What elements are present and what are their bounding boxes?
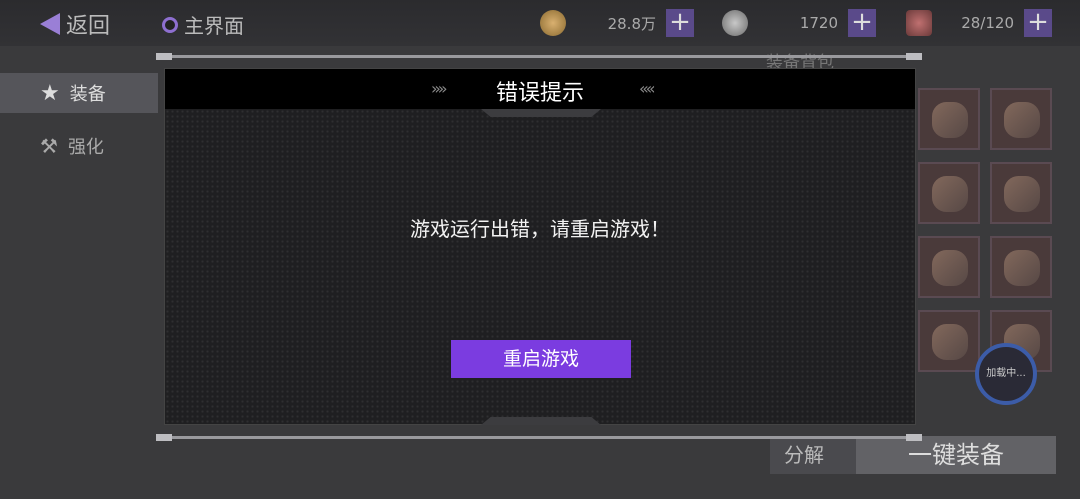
equipment-slot[interactable] [918, 88, 980, 150]
back-arrow-icon [40, 13, 60, 35]
loading-indicator: 加载中... [975, 343, 1037, 405]
equipment-slot[interactable] [918, 310, 980, 372]
add-capacity-button[interactable]: + [1024, 9, 1052, 37]
error-message: 游戏运行出错，请重启游戏！ [410, 217, 670, 241]
home-ring-icon [162, 16, 178, 33]
energy-value: 1720 [799, 14, 838, 32]
sidebar-item-label: 强化 [67, 137, 104, 158]
sidebar-item-label: 装备 [69, 84, 106, 105]
capacity-value: 28/120 [961, 14, 1014, 32]
equipment-slot[interactable] [990, 236, 1052, 298]
equipment-slot[interactable] [990, 162, 1052, 224]
back-label: 返回 [66, 14, 111, 39]
coin-counter: 28.8万 + [540, 9, 694, 37]
restart-game-button[interactable]: 重启游戏 [451, 340, 631, 378]
home-button[interactable]: 主界面 [162, 10, 244, 39]
equipment-slot[interactable] [918, 236, 980, 298]
error-dialog: »» 错误提示 «« 游戏运行出错，请重启游戏！ 重启游戏 [164, 68, 916, 425]
sidebar-item-enhance[interactable]: ⚒ 强化 [0, 126, 158, 166]
equipment-slot[interactable] [990, 88, 1052, 150]
coin-value: 28.8万 [607, 14, 656, 33]
add-coins-button[interactable]: + [666, 9, 694, 37]
bag-capacity-icon [906, 10, 932, 36]
chevron-left-icon: «« [639, 79, 655, 98]
back-button[interactable]: 返回 [40, 8, 110, 40]
home-label: 主界面 [184, 14, 244, 38]
gear-item-icon [1004, 250, 1040, 286]
energy-icon [722, 10, 748, 36]
anvil-icon: ⚒ [40, 134, 58, 158]
gear-item-icon [932, 176, 968, 212]
dialog-title: 错误提示 [495, 81, 584, 106]
coin-icon [540, 10, 566, 36]
gear-item-icon [932, 324, 968, 360]
modal-frame-bottom [156, 434, 922, 441]
gear-item-icon [1004, 102, 1040, 138]
top-bar: 返回 主界面 28.8万 + 1720 + 28/120 + [0, 0, 1080, 46]
footer-notch [481, 417, 601, 425]
star-icon: ★ [40, 80, 60, 106]
disassemble-button[interactable]: 分解 [770, 436, 856, 474]
dialog-header: »» 错误提示 «« [165, 69, 915, 109]
capacity-counter: 28/120 + [906, 9, 1052, 37]
gear-item-icon [932, 250, 968, 286]
gear-item-icon [932, 102, 968, 138]
add-energy-button[interactable]: + [848, 9, 876, 37]
equipment-slot[interactable] [918, 162, 980, 224]
gear-item-icon [1004, 176, 1040, 212]
header-notch [481, 109, 601, 117]
equip-all-button[interactable]: 一键装备 [856, 436, 1056, 474]
energy-counter: 1720 + [722, 9, 876, 37]
sidebar-item-equipment[interactable]: ★ 装备 [0, 73, 158, 113]
modal-frame-top [156, 53, 922, 60]
